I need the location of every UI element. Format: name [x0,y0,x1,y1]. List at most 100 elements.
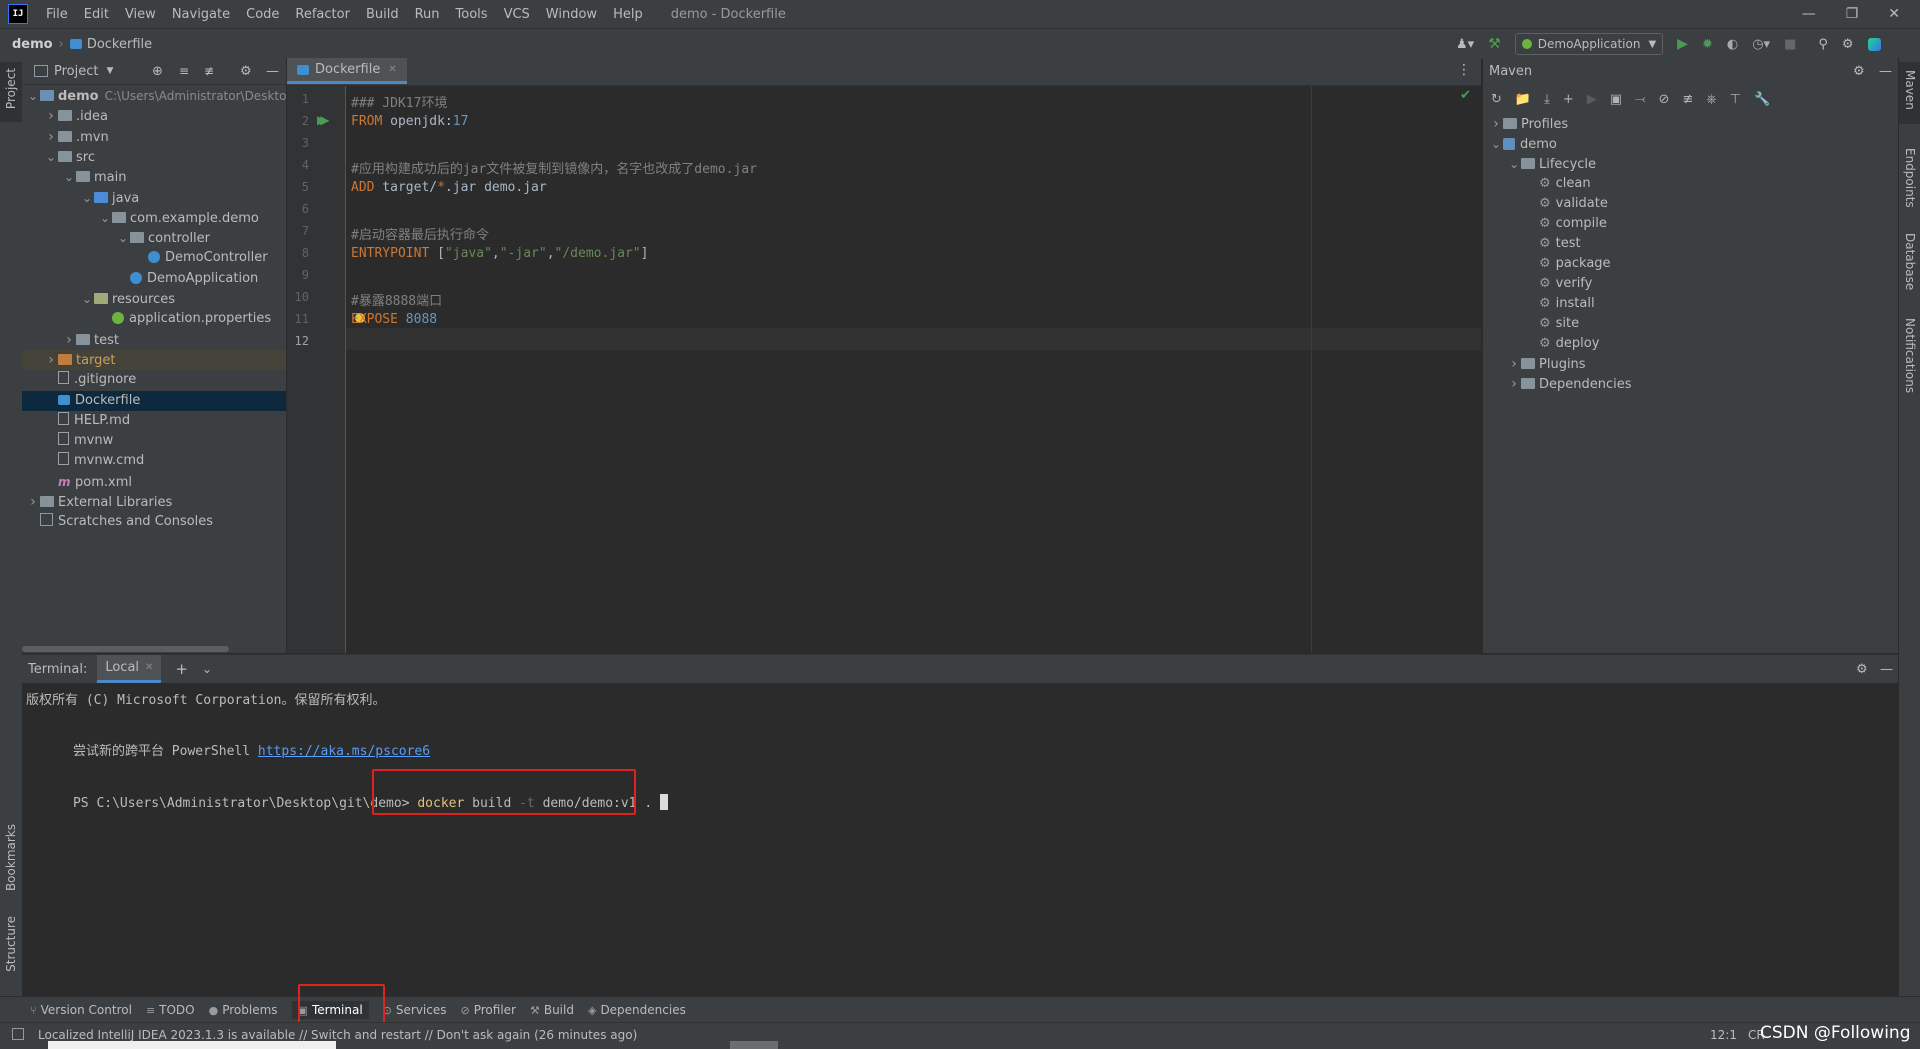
add-folder-icon[interactable]: 📁 [1515,92,1531,107]
menu-item-edit[interactable]: Edit [76,7,117,22]
skip-tests-icon[interactable]: ⊘ [1658,92,1669,107]
project-tree-item[interactable]: ⌄ main [22,167,286,187]
project-tree-item[interactable]: mvnw.cmd [22,451,286,471]
chevron-right-icon[interactable]: › [44,106,58,126]
horizontal-scrollbar[interactable] [22,646,229,652]
structure-stripe-label[interactable]: Structure [4,916,18,972]
menu-item-refactor[interactable]: Refactor [287,7,358,22]
plugin-logo-icon[interactable] [1867,37,1881,51]
project-tree-item[interactable]: ⌄ resources [22,289,286,309]
maven-tree-item[interactable]: › Profiles [1483,114,1568,134]
chevron-down-icon[interactable]: ⌄ [202,662,212,676]
project-tree-item[interactable]: › External Libraries [22,492,286,512]
breadcrumb-file[interactable]: Dockerfile [87,37,152,52]
tool-window-dependencies[interactable]: ◈ Dependencies [588,1003,686,1017]
expand-all-icon[interactable]: ≡ [179,64,189,78]
project-tree-item[interactable]: .gitignore [22,370,286,390]
more-tabs-icon[interactable]: ⋮ [1457,62,1471,78]
toggle-panels-icon[interactable] [12,1028,24,1040]
chevron-right-icon[interactable]: › [62,330,76,350]
expand-all-icon[interactable]: ⊤ [1730,92,1741,107]
tool-window-version-control[interactable]: ⑂ Version Control [30,1003,132,1017]
run-gutter-icon[interactable]: ▶▶ [317,113,330,127]
menu-item-vcs[interactable]: VCS [496,7,538,22]
menu-item-help[interactable]: Help [605,7,651,22]
toggle-offline-icon[interactable]: ⤙ [1635,92,1645,107]
add-icon[interactable]: + [1563,92,1574,107]
project-tree-item[interactable]: application.properties [22,309,286,329]
menu-item-window[interactable]: Window [538,7,605,22]
project-tree-item[interactable]: › target [22,349,286,370]
maven-tree-item[interactable]: ⚙ verify [1483,274,1592,294]
chevron-down-icon[interactable]: ⌄ [44,147,58,167]
chevron-right-icon[interactable]: › [44,350,58,370]
collapse-all-icon[interactable]: ≢ [204,64,214,78]
chevron-down-icon[interactable]: ⌄ [1507,154,1521,174]
status-message[interactable]: Localized IntelliJ IDEA 2023.1.3 is avai… [38,1028,637,1042]
maven-tool-button[interactable]: Maven [1899,62,1920,124]
hide-icon[interactable]: — [266,64,279,79]
maven-tree-item[interactable]: ⚙ test [1483,234,1581,254]
terminal-tab-local[interactable]: Local ✕ [97,655,162,683]
close-tab-icon[interactable]: ✕ [145,662,153,673]
notifications-stripe-label[interactable]: Notifications [1903,318,1917,393]
maven-tree-item[interactable]: ⚙ clean [1483,174,1591,194]
tool-window-services[interactable]: ⊙ Services [383,1003,447,1017]
breadcrumb-project[interactable]: demo [12,37,53,52]
show-dependencies-icon[interactable]: ⎈ [1706,92,1716,107]
chevron-right-icon[interactable]: › [1507,374,1521,394]
project-panel-title[interactable]: Project [54,64,98,79]
project-tree-item[interactable]: ⌄ com.example.demo [22,208,286,228]
coverage-icon[interactable]: ◐ [1727,37,1738,52]
maven-tree-item[interactable]: ⚙ compile [1483,214,1607,234]
locate-icon[interactable]: ⊕ [152,64,163,79]
chevron-down-icon[interactable]: ⌄ [1489,134,1503,154]
hide-icon[interactable]: — [1880,662,1893,677]
search-icon[interactable]: ⚲ [1818,37,1828,52]
menu-item-file[interactable]: File [38,7,76,22]
chevron-down-icon[interactable]: ⌄ [62,167,76,187]
gear-icon[interactable]: ⚙ [1853,64,1865,79]
menu-item-view[interactable]: View [117,7,164,22]
maven-tree-item[interactable]: ⚙ validate [1483,194,1608,214]
code-editor[interactable]: ✔ ### JDK17环境 FROM openjdk:17 #应用构建成功后的jar… [346,86,1481,653]
close-icon[interactable]: ✕ [1888,6,1900,22]
wrench-icon[interactable]: 🔧 [1754,92,1770,107]
project-tree-item[interactable]: m pom.xml [22,472,286,492]
settings-icon[interactable]: ⚙ [1842,37,1854,52]
maven-tree-item[interactable]: ⚙ site [1483,314,1579,334]
menu-item-run[interactable]: Run [407,7,448,22]
project-tree-item[interactable]: Dockerfile [22,390,286,411]
maven-tree-item[interactable]: ⌄ Lifecycle [1483,154,1596,174]
maven-tree-item[interactable]: ⚙ package [1483,254,1611,274]
stop-icon[interactable]: ■ [1784,37,1796,52]
chevron-down-icon[interactable]: ▼ [106,66,113,76]
project-tree-item[interactable]: ⌄ src [22,147,286,167]
project-tree-item[interactable]: Scratches and Consoles [22,512,286,532]
close-tab-icon[interactable]: ✕ [388,64,396,75]
project-tree-item[interactable]: › .mvn [22,127,286,147]
profiler-icon[interactable]: ◷▾ [1752,37,1770,52]
gear-icon[interactable]: ⚙ [240,64,252,79]
inspection-ok-icon[interactable]: ✔ [1460,88,1471,103]
project-tree-item[interactable]: mvnw [22,431,286,451]
bookmarks-stripe-label[interactable]: Bookmarks [4,824,18,891]
menu-item-code[interactable]: Code [238,7,287,22]
run-icon[interactable]: ▶ [1587,92,1597,107]
project-tree-item[interactable]: ⌄ demo C:\Users\Administrator\Desktop [22,86,286,106]
execute-goal-icon[interactable]: ▣ [1610,92,1622,107]
chevron-down-icon[interactable]: ⌄ [80,188,94,208]
terminal-output[interactable]: 版权所有 (C) Microsoft Corporation。保留所有权利。 尝… [22,683,1898,997]
build-hammer-icon[interactable]: ⚒ [1488,36,1501,52]
maven-tree-item[interactable]: ⚙ install [1483,294,1595,314]
project-tool-button[interactable]: Project [0,62,22,122]
project-tree-item[interactable]: HELP.md [22,411,286,431]
menu-item-navigate[interactable]: Navigate [164,7,238,22]
chevron-down-icon[interactable]: ⌄ [116,228,130,248]
editor-tab[interactable]: Dockerfile ✕ [287,58,407,84]
new-tab-icon[interactable]: + [175,660,188,678]
chevron-right-icon[interactable]: › [1489,114,1503,134]
maven-tree-item[interactable]: › Plugins [1483,354,1585,374]
gear-icon[interactable]: ⚙ [1856,662,1868,677]
chevron-down-icon[interactable]: ⌄ [98,208,112,228]
